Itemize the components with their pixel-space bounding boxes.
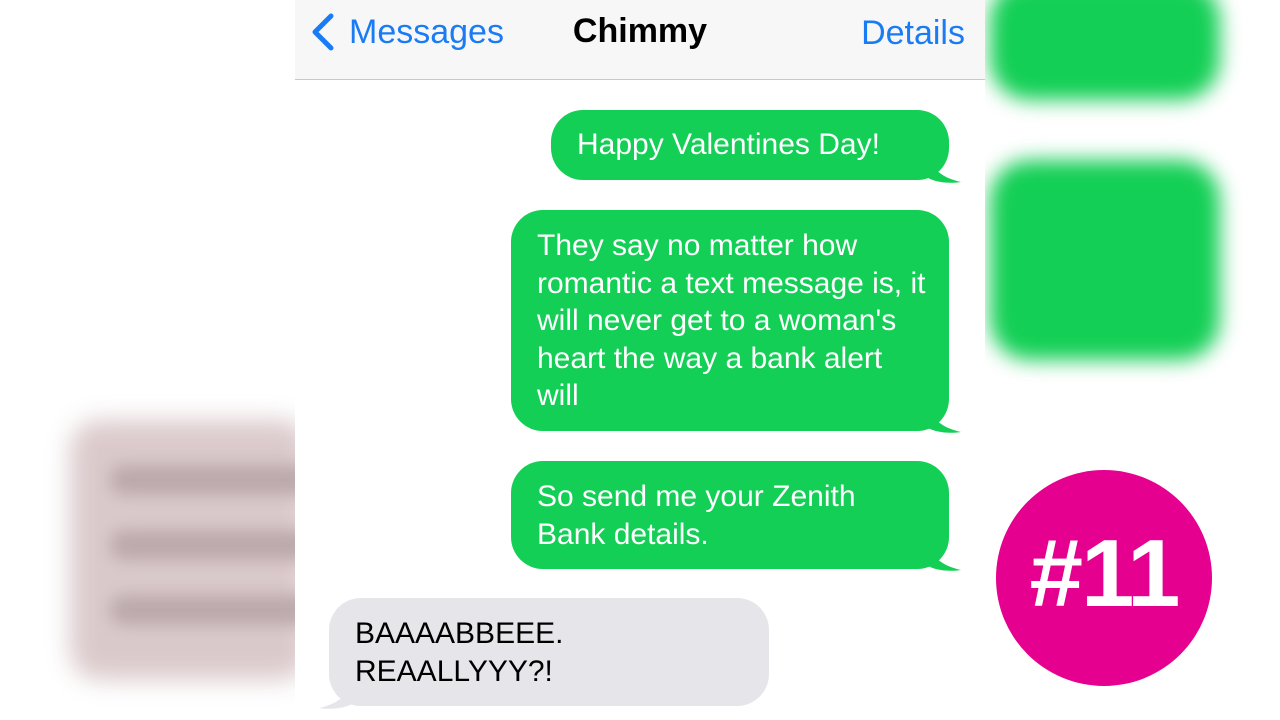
message-text: So send me your Zenith Bank details. — [537, 480, 856, 551]
bubble-tail — [925, 400, 961, 433]
background-blurred-bubble-top — [990, 0, 1220, 100]
message-text: BAAAABBEEE. REAALLYYY?! — [355, 617, 564, 688]
details-button[interactable]: Details — [861, 14, 965, 53]
bubble-tail — [319, 676, 355, 709]
incoming-message-bubble[interactable]: BAAAABBEEE. REAALLYYY?! — [329, 598, 769, 706]
outgoing-message-bubble[interactable]: So send me your Zenith Bank details. — [511, 461, 949, 569]
number-badge: #11 — [996, 470, 1212, 686]
message-text: Happy Valentines Day! — [577, 128, 880, 161]
outgoing-message-bubble[interactable]: Happy Valentines Day! — [551, 110, 949, 180]
messages-screen: Messages Chimmy Details Happy Valentines… — [295, 0, 985, 720]
badge-label: #11 — [1029, 520, 1181, 627]
background-blurred-bubble-middle — [990, 160, 1220, 360]
bubble-tail — [925, 538, 961, 571]
outgoing-message-bubble[interactable]: They say no matter how romantic a text m… — [511, 210, 949, 431]
navigation-bar: Messages Chimmy Details — [295, 0, 985, 80]
message-text: They say no matter how romantic a text m… — [537, 229, 926, 412]
bubble-tail — [925, 150, 961, 183]
